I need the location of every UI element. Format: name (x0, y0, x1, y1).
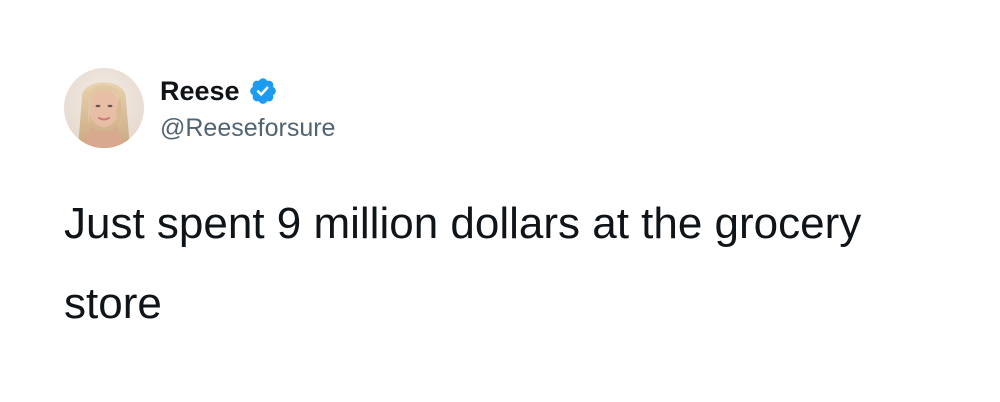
name-line: Reese (160, 71, 335, 111)
tweet-card: Reese @Reeseforsure Just spent 9 million… (0, 0, 1000, 402)
display-name[interactable]: Reese (160, 71, 240, 111)
user-handle[interactable]: @Reeseforsure (160, 111, 335, 145)
tweet-text: Just spent 9 million dollars at the groc… (64, 199, 862, 328)
author-info: Reese @Reeseforsure (160, 71, 335, 145)
tweet-author-row: Reese @Reeseforsure (64, 68, 335, 148)
avatar-photo-icon (64, 68, 144, 148)
avatar[interactable] (64, 68, 144, 148)
verified-badge-icon (248, 76, 278, 106)
